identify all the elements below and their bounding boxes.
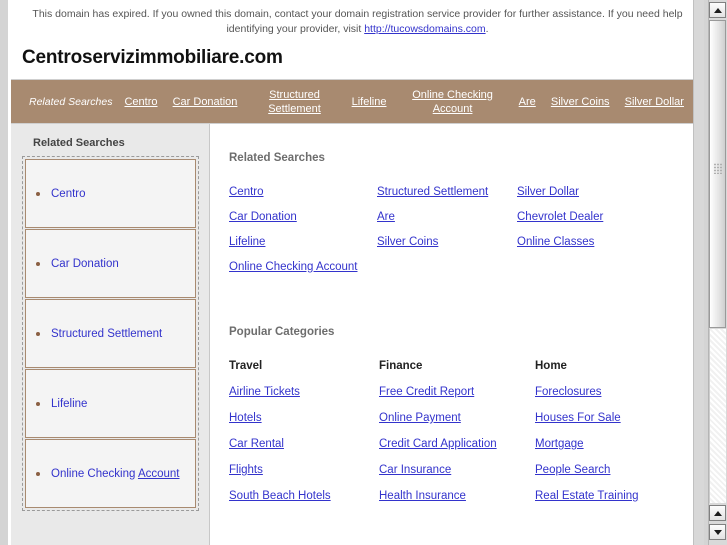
category-link-car-insurance[interactable]: Car Insurance	[379, 463, 535, 477]
related-link-silver-dollar[interactable]: Silver Dollar	[517, 185, 704, 199]
bullet-icon	[36, 401, 40, 406]
bullet-icon	[36, 261, 40, 266]
related-link-are[interactable]: Are	[377, 210, 517, 224]
sidebar-item-label[interactable]: Centro	[51, 186, 86, 202]
related-link-lifeline[interactable]: Lifeline	[229, 235, 377, 249]
sidebar-item-car-donation[interactable]: Car Donation	[25, 229, 196, 298]
bullet-icon	[36, 331, 40, 336]
scrollbar-thumb[interactable]	[709, 20, 726, 328]
category-heading-travel: Travel	[229, 360, 263, 372]
main-content: Related Searches Centro Structured Settl…	[210, 124, 704, 545]
category-link-health-insurance[interactable]: Health Insurance	[379, 489, 535, 503]
page-content: This domain has expired. If you owned th…	[11, 0, 704, 545]
category-heading-home: Home	[535, 360, 567, 372]
triangle-up-icon	[713, 7, 722, 13]
nav-link-lifeline[interactable]: Lifeline	[348, 95, 391, 109]
sidebar-item-label[interactable]: Online Checking Account	[51, 466, 180, 482]
sidebar: Related Searches Centro Car Donation Str…	[11, 124, 210, 545]
nav-link-centro[interactable]: Centro	[120, 95, 161, 109]
popular-categories-grid: Travel Finance Home Airline Tickets Free…	[229, 359, 704, 503]
browser-viewport: This domain has expired. If you owned th…	[0, 0, 727, 545]
sidebar-item-label[interactable]: Structured Settlement	[51, 326, 162, 342]
category-link-credit-card-application[interactable]: Credit Card Application	[379, 437, 535, 451]
category-heading-finance: Finance	[379, 360, 423, 372]
scrollbar-grip-icon	[713, 163, 722, 174]
triangle-up-icon	[713, 510, 722, 516]
left-page-gutter	[0, 0, 8, 545]
sidebar-items-box: Centro Car Donation Structured Settlemen…	[22, 156, 199, 511]
category-link-south-beach-hotels[interactable]: South Beach Hotels	[229, 489, 379, 503]
bullet-icon	[36, 191, 40, 196]
sidebar-item-online-checking-account[interactable]: Online Checking Account	[25, 439, 196, 508]
category-link-car-rental[interactable]: Car Rental	[229, 437, 379, 451]
related-link-car-donation[interactable]: Car Donation	[229, 210, 377, 224]
page-title: Centroservizimmobiliare.com	[22, 47, 283, 68]
related-link-structured-settlement[interactable]: Structured Settlement	[377, 185, 517, 199]
related-searches-heading: Related Searches	[229, 152, 325, 164]
related-link-silver-coins[interactable]: Silver Coins	[377, 235, 517, 249]
category-link-real-estate-training[interactable]: Real Estate Training	[535, 489, 704, 503]
category-link-people-search[interactable]: People Search	[535, 463, 704, 477]
registrar-help-link[interactable]: http://tucowsdomains.com	[364, 23, 485, 35]
inner-scrollbar[interactable]	[693, 0, 704, 545]
triangle-down-icon	[713, 529, 722, 535]
related-link-chevrolet-dealer[interactable]: Chevrolet Dealer	[517, 210, 704, 224]
category-link-online-payment[interactable]: Online Payment	[379, 411, 535, 425]
category-link-flights[interactable]: Flights	[229, 463, 379, 477]
popular-categories-heading: Popular Categories	[229, 326, 335, 338]
scroll-up-button[interactable]	[709, 2, 726, 18]
sidebar-item-label[interactable]: Car Donation	[51, 256, 119, 272]
scroll-up-button-bottom[interactable]	[709, 505, 726, 521]
nav-link-silver-dollar[interactable]: Silver Dollar	[621, 95, 688, 109]
sidebar-item-label[interactable]: Lifeline	[51, 396, 87, 412]
browser-scrollbar[interactable]	[704, 0, 727, 545]
category-link-airline-tickets[interactable]: Airline Tickets	[229, 385, 379, 399]
notice-text-after: .	[485, 23, 489, 35]
scrollbar-lower-track[interactable]	[709, 329, 726, 503]
notice-text-before: This domain has expired. If you owned th…	[32, 8, 683, 35]
sidebar-item-centro[interactable]: Centro	[25, 159, 196, 228]
category-link-houses-for-sale[interactable]: Houses For Sale	[535, 411, 704, 425]
navbar-label: Related Searches	[29, 95, 113, 108]
scroll-down-button[interactable]	[709, 524, 726, 540]
sidebar-title: Related Searches	[33, 137, 125, 149]
related-link-online-classes[interactable]: Online Classes	[517, 235, 704, 249]
related-link-online-checking-account[interactable]: Online Checking Account	[229, 260, 377, 274]
navbar-links: Centro Car Donation Structured Settlemen…	[120, 88, 698, 116]
domain-expiry-notice: This domain has expired. If you owned th…	[11, 0, 704, 41]
nav-link-silver-coins[interactable]: Silver Coins	[547, 95, 614, 109]
sidebar-item-structured-settlement[interactable]: Structured Settlement	[25, 299, 196, 368]
nav-link-online-checking-account[interactable]: Online Checking Account	[398, 88, 508, 116]
bullet-icon	[36, 471, 40, 476]
page-body: Related Searches Centro Car Donation Str…	[11, 124, 704, 545]
nav-link-structured-settlement[interactable]: Structured Settlement	[249, 88, 341, 116]
related-link-centro[interactable]: Centro	[229, 185, 377, 199]
related-searches-links: Centro Structured Settlement Silver Doll…	[229, 185, 704, 274]
nav-link-car-donation[interactable]: Car Donation	[169, 95, 242, 109]
category-link-foreclosures[interactable]: Foreclosures	[535, 385, 704, 399]
related-searches-navbar: Related Searches Centro Car Donation Str…	[11, 79, 704, 124]
sidebar-item-lifeline[interactable]: Lifeline	[25, 369, 196, 438]
category-link-free-credit-report[interactable]: Free Credit Report	[379, 385, 535, 399]
category-link-hotels[interactable]: Hotels	[229, 411, 379, 425]
category-link-mortgage[interactable]: Mortgage	[535, 437, 704, 451]
nav-link-are[interactable]: Are	[515, 95, 540, 109]
